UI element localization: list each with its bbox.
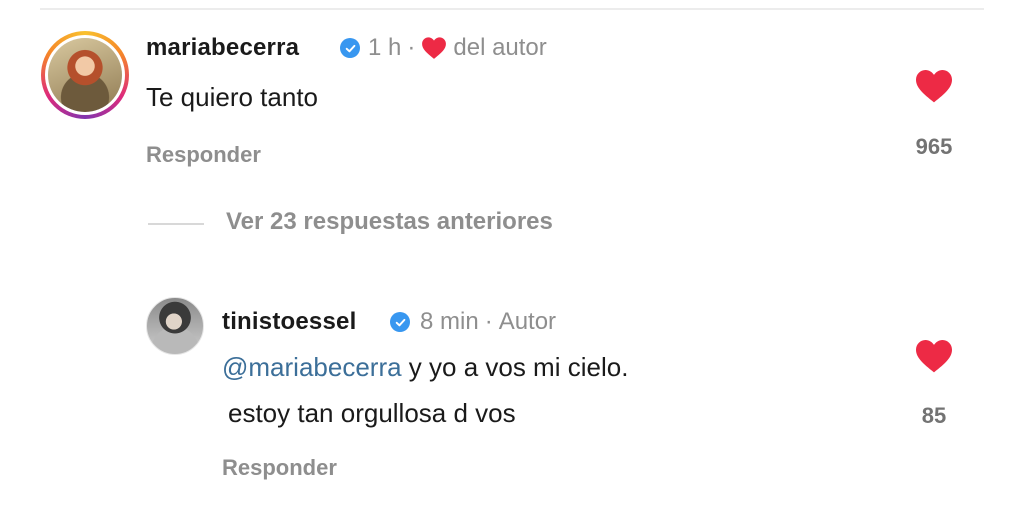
reply-text-line-2: estoy tan orgullosa d vos — [228, 398, 516, 428]
like-count: 85 — [921, 403, 947, 428]
like-heart-icon[interactable] — [914, 68, 954, 104]
comment-time: 1 h — [368, 34, 402, 61]
replies-divider-line — [148, 223, 204, 225]
reply-username[interactable]: tinistoessel — [222, 308, 356, 336]
reply-button[interactable]: Responder — [222, 455, 337, 481]
comments-thread: mariabecerra 1 h · del autor Te quiero t… — [0, 0, 1024, 507]
verified-badge-icon — [340, 38, 360, 58]
like-heart-icon[interactable] — [914, 338, 954, 374]
comment-username[interactable]: mariabecerra — [146, 34, 299, 62]
reply-meta: 8 min · Autor — [420, 308, 556, 336]
reply-text-line-1: @mariabecerra y yo a vos mi cielo. — [222, 352, 628, 383]
reply-time: 8 min — [420, 308, 479, 335]
verified-badge-icon — [390, 312, 410, 332]
liked-by-author-label: del autor — [453, 34, 547, 61]
author-label: Autor — [498, 308, 557, 335]
comment-avatar-story-ring[interactable] — [41, 31, 129, 119]
view-previous-replies-button[interactable]: Ver 23 respuestas anteriores — [226, 208, 553, 236]
reply-text-part: y yo a vos mi cielo. — [401, 352, 629, 382]
comment-text: Te quiero tanto — [146, 82, 319, 112]
comment-meta: 1 h · del autor — [368, 34, 547, 62]
reply-button[interactable]: Responder — [146, 142, 261, 168]
author-liked-heart-icon — [422, 37, 447, 59]
avatar — [48, 38, 122, 112]
divider — [40, 8, 984, 10]
mention-link[interactable]: @mariabecerra — [222, 352, 402, 382]
meta-separator: · — [484, 308, 493, 335]
meta-separator: · — [407, 34, 416, 61]
reply-avatar[interactable] — [146, 297, 204, 355]
like-count: 965 — [915, 134, 953, 159]
